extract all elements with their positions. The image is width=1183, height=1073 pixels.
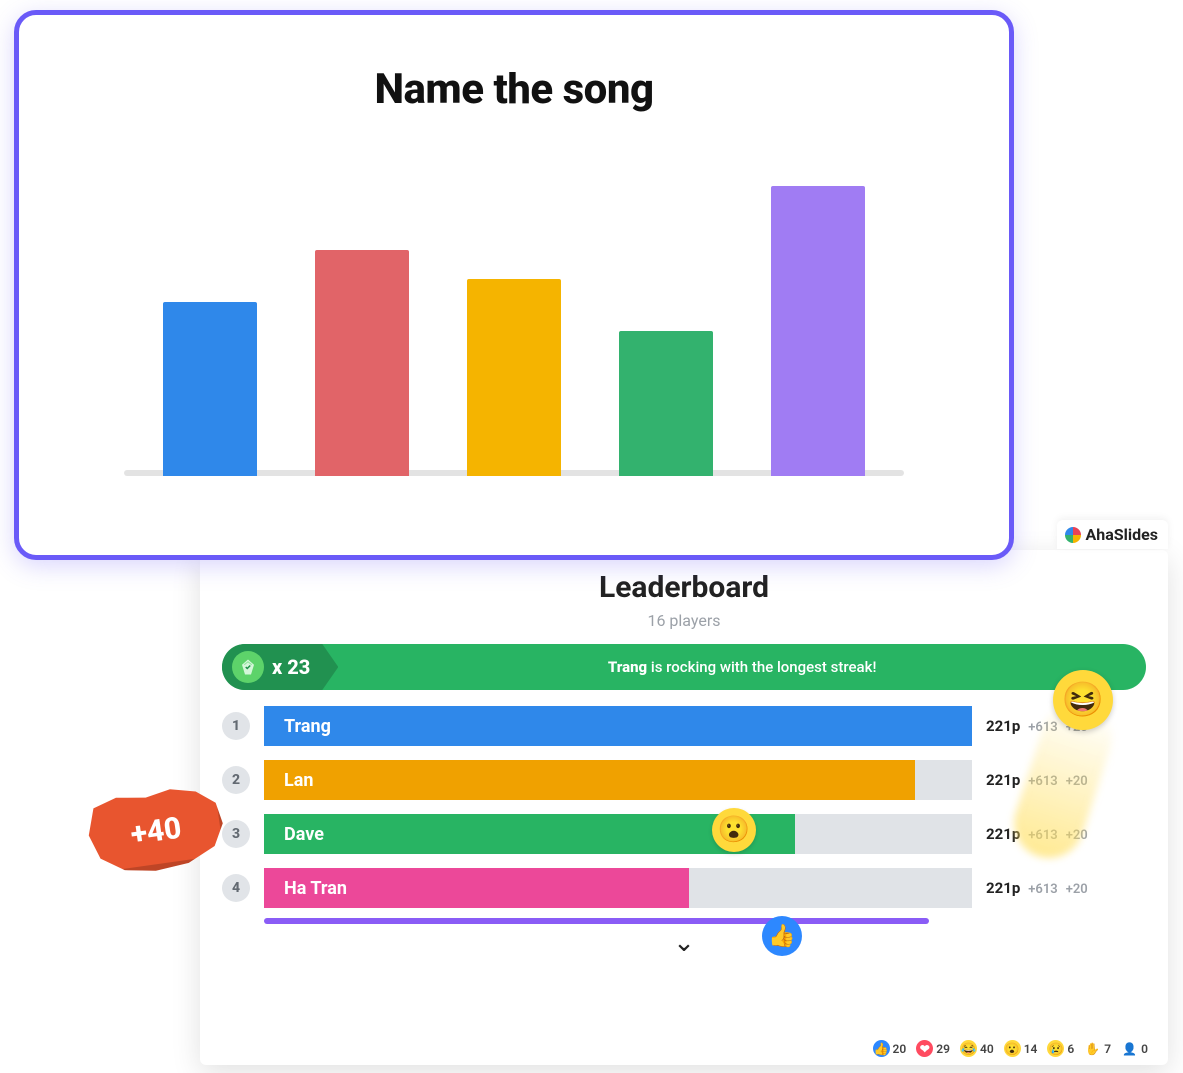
leaderboard-row: 1 Trang 221p +613 +20 <box>222 704 1146 748</box>
reaction-count: 7 <box>1104 1042 1111 1056</box>
reaction-wow[interactable]: 😮 14 <box>1004 1040 1038 1057</box>
leaderboard-row: 2 Lan 221p +613 +20 <box>222 758 1146 802</box>
laugh-emoji-icon[interactable]: 😆 <box>1053 670 1113 730</box>
reaction-hand[interactable]: ✋ 7 <box>1084 1040 1111 1057</box>
delta-2: +20 <box>1066 882 1088 897</box>
player-name: Dave <box>284 824 324 845</box>
streak-message: Trang is rocking with the longest streak… <box>338 658 1146 676</box>
reaction-guest[interactable]: 👤 0 <box>1121 1040 1148 1057</box>
expand-leaderboard-button[interactable]: ⌄ <box>222 928 1146 958</box>
sad-icon: 😢 <box>1047 1040 1064 1057</box>
reaction-like[interactable]: 👍 20 <box>873 1040 907 1057</box>
chevron-down-icon: ⌄ <box>673 928 695 958</box>
chart-card: Name the song <box>14 10 1014 560</box>
wow-icon: 😮 <box>1004 1040 1021 1057</box>
leaderboard-panel: AhaSlides Leaderboard 16 players x 23 Tr… <box>200 550 1168 1065</box>
reaction-laugh[interactable]: 😂 40 <box>960 1040 994 1057</box>
reaction-sad[interactable]: 😢 6 <box>1047 1040 1074 1057</box>
streak-multiplier: x 23 <box>222 644 338 690</box>
points: 221p <box>986 879 1020 897</box>
points: 221p <box>986 771 1020 789</box>
reaction-count: 14 <box>1024 1042 1038 1056</box>
brand-logo-icon <box>1065 527 1081 543</box>
brand-badge[interactable]: AhaSlides <box>1057 520 1168 549</box>
streak-banner: x 23 Trang is rocking with the longest s… <box>222 644 1146 690</box>
player-name: Lan <box>284 770 313 791</box>
brand-name: AhaSlides <box>1086 525 1158 544</box>
rank-badge: 4 <box>222 874 250 902</box>
row-bar: Dave <box>264 814 972 854</box>
reaction-count: 0 <box>1141 1042 1148 1056</box>
leaderboard-row-collapsed <box>222 918 1146 924</box>
hand-icon: ✋ <box>1084 1040 1101 1057</box>
reactions-bar: 👍 20 ❤ 29 😂 40 😮 14 😢 6 ✋ 7 👤 0 <box>873 1040 1148 1057</box>
gem-icon <box>232 651 264 683</box>
wow-emoji-icon[interactable]: 😮 <box>712 808 756 852</box>
chart-bar-4 <box>619 331 713 476</box>
row-bar: Ha Tran <box>264 868 972 908</box>
leaderboard-row: 3 Dave 221p +613 +20 😮 <box>222 812 1146 856</box>
chart-bar-1 <box>163 302 257 476</box>
row-bar: Trang <box>264 706 972 746</box>
chart-bar-3 <box>467 279 561 476</box>
row-score: 221p +613 +20 <box>986 879 1146 897</box>
leaderboard-title: Leaderboard <box>222 570 1146 605</box>
streak-player-name: Trang <box>608 658 647 676</box>
rank-badge: 1 <box>222 712 250 740</box>
leaderboard-row: 4 Ha Tran 221p +613 +20 <box>222 866 1146 910</box>
chart-bar-2 <box>315 250 409 476</box>
streak-rest: is rocking with the longest streak! <box>647 658 876 676</box>
heart-icon: ❤ <box>916 1040 933 1057</box>
points: 221p <box>986 717 1020 735</box>
chart-title: Name the song <box>374 65 653 114</box>
streak-multiplier-text: x 23 <box>272 655 310 679</box>
leaderboard-player-count: 16 players <box>222 611 1146 630</box>
row-fill: Ha Tran <box>264 868 689 908</box>
player-name: Trang <box>284 716 331 737</box>
row-fill: Lan <box>264 760 915 800</box>
rank-badge: 2 <box>222 766 250 794</box>
player-name: Ha Tran <box>284 878 347 899</box>
leaderboard-rows: 1 Trang 221p +613 +20 2 Lan 221p + <box>222 704 1146 924</box>
reaction-count: 20 <box>893 1042 907 1056</box>
like-icon: 👍 <box>873 1040 890 1057</box>
reaction-count: 29 <box>936 1042 950 1056</box>
bar-chart <box>124 156 904 476</box>
collapsed-row-bar <box>264 918 929 924</box>
laugh-icon: 😂 <box>960 1040 977 1057</box>
delta-1: +613 <box>1028 882 1057 897</box>
reaction-count: 40 <box>980 1042 994 1056</box>
chart-bar-5 <box>771 186 865 476</box>
reaction-count: 6 <box>1067 1042 1074 1056</box>
row-fill: Trang <box>264 706 972 746</box>
user-icon: 👤 <box>1121 1040 1138 1057</box>
row-bar: Lan <box>264 760 972 800</box>
reaction-heart[interactable]: ❤ 29 <box>916 1040 950 1057</box>
like-emoji-icon[interactable]: 👍 <box>762 916 802 956</box>
